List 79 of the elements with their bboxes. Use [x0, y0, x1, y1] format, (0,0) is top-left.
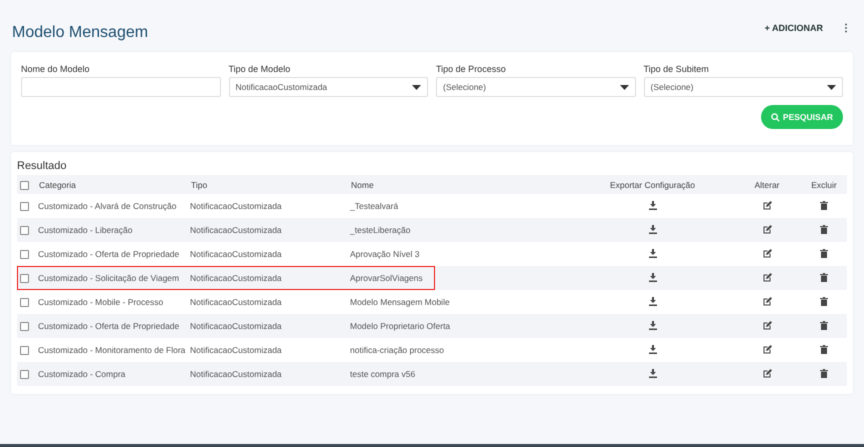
column-header: Categoria	[38, 175, 190, 194]
trash-icon[interactable]	[820, 224, 828, 234]
table-cell: NotificacaoCustomizada	[190, 314, 350, 338]
download-icon[interactable]	[648, 320, 656, 330]
table-cell: NotificacaoCustomizada	[190, 218, 350, 242]
trash-icon[interactable]	[820, 248, 828, 258]
search-icon	[770, 112, 780, 122]
edit-icon[interactable]	[762, 296, 772, 306]
table-cell: Aprovação Nível 3	[350, 242, 572, 266]
select-field[interactable]: NotificacaoCustomizada	[228, 77, 428, 97]
table-cell: NotificacaoCustomizada	[190, 194, 350, 218]
checkbox[interactable]	[20, 370, 29, 380]
download-icon[interactable]	[648, 368, 656, 378]
trash-icon[interactable]	[820, 200, 828, 210]
trash-icon[interactable]	[820, 320, 828, 330]
edit-icon[interactable]	[762, 344, 772, 354]
column-header: Exportar Configuração	[572, 175, 733, 194]
download-icon[interactable]	[648, 224, 656, 234]
table-cell: NotificacaoCustomizada	[190, 362, 350, 386]
table-cell: NotificacaoCustomizada	[190, 290, 350, 314]
table-cell: Customizado - Mobile - Processo	[38, 290, 190, 314]
field-label: Tipo de Modelo	[228, 64, 292, 74]
edit-icon[interactable]	[762, 248, 772, 258]
caret-icon	[827, 84, 836, 90]
download-icon[interactable]	[648, 200, 656, 210]
table-cell: Modelo Proprietario Oferta	[350, 314, 572, 338]
edit-icon[interactable]	[762, 272, 772, 282]
field-label: Nome do Modelo	[21, 64, 91, 74]
checkbox[interactable]	[20, 226, 29, 236]
table-cell: Customizado - Compra	[38, 362, 190, 386]
trash-icon[interactable]	[820, 296, 828, 306]
table-cell: teste compra v56	[350, 362, 572, 386]
checkbox[interactable]	[20, 298, 29, 308]
column-header: Excluir	[801, 175, 847, 194]
download-icon[interactable]	[648, 296, 656, 306]
table-cell: Customizado - Oferta de Propriedade	[38, 314, 190, 338]
table-cell: _testeLiberação	[350, 218, 572, 242]
download-icon[interactable]	[648, 272, 656, 282]
table-cell: Customizado - Alvará de Construção	[38, 194, 190, 218]
table-cell: Customizado - Oferta de Propriedade	[38, 242, 190, 266]
table-cell: Customizado - Solicitação de Viagem	[38, 266, 190, 290]
table-cell: Customizado - Liberação	[38, 218, 190, 242]
download-icon[interactable]	[648, 248, 656, 258]
table-cell: _Testealvará	[350, 194, 572, 218]
edit-icon[interactable]	[762, 224, 772, 234]
edit-icon[interactable]	[762, 320, 772, 330]
add-button[interactable]: + ADICIONAR	[762, 20, 825, 36]
caret-icon	[620, 84, 628, 90]
edit-icon[interactable]	[762, 200, 772, 210]
table-cell: notifica-criação processo	[350, 338, 572, 362]
input-field[interactable]	[21, 77, 220, 97]
download-icon[interactable]	[648, 344, 656, 354]
page-title: Modelo Mensagem	[12, 24, 148, 42]
table-cell: NotificacaoCustomizada	[190, 266, 350, 290]
field-label: Tipo de Subitem	[644, 64, 710, 74]
checkbox[interactable]	[20, 250, 29, 260]
edit-icon[interactable]	[762, 368, 772, 378]
table-cell: NotificacaoCustomizada	[190, 338, 350, 362]
checkbox[interactable]	[20, 180, 29, 190]
column-header: Tipo	[190, 175, 350, 194]
checkbox[interactable]	[20, 322, 29, 332]
results-title: Resultado	[17, 160, 68, 172]
trash-icon[interactable]	[820, 344, 828, 354]
menu-button[interactable]: ⋮	[839, 20, 853, 36]
table-cell: AprovarSolViagens	[350, 266, 572, 290]
caret-icon	[412, 84, 421, 90]
table-cell: NotificacaoCustomizada	[190, 242, 350, 266]
select-field[interactable]: (Selecione)	[644, 77, 843, 97]
select-field[interactable]: (Selecione)	[436, 77, 636, 97]
checkbox[interactable]	[20, 202, 29, 212]
table-cell: Customizado - Monitoramento de Flora	[38, 338, 190, 362]
trash-icon[interactable]	[820, 272, 828, 282]
table-cell: Modelo Mensagem Mobile	[350, 290, 572, 314]
trash-icon[interactable]	[820, 368, 828, 378]
column-header: Alterar	[733, 175, 801, 194]
checkbox[interactable]	[20, 274, 29, 284]
column-header: Nome	[350, 175, 572, 194]
checkbox[interactable]	[20, 346, 29, 356]
field-label: Tipo de Processo	[436, 64, 507, 74]
